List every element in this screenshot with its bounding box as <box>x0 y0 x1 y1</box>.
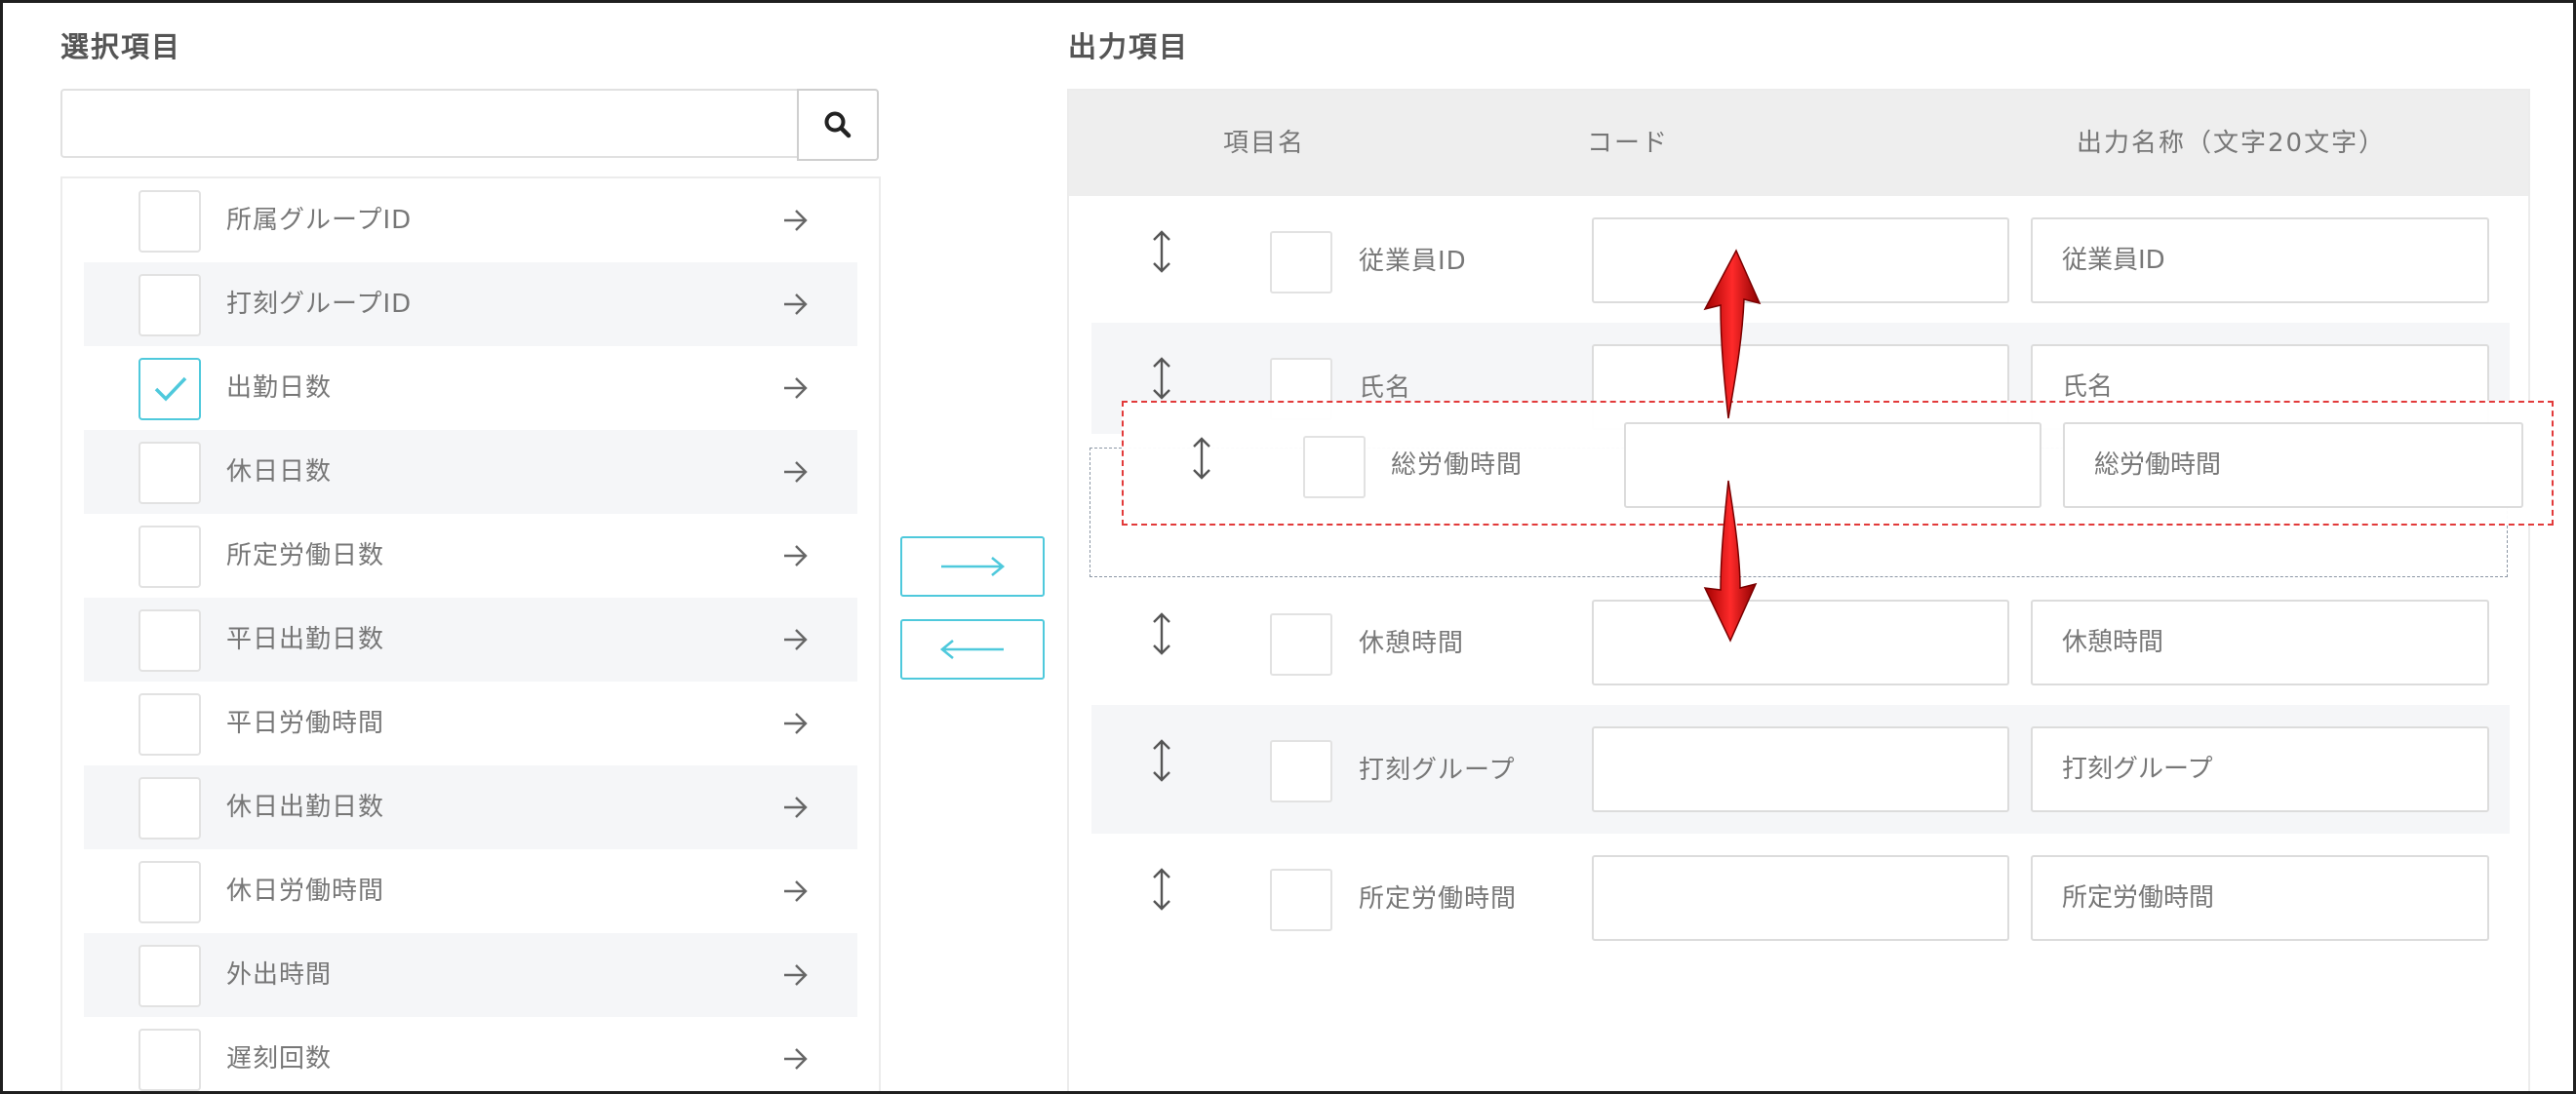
arrow-right-icon[interactable] <box>782 711 810 736</box>
checkmark-icon <box>154 376 187 402</box>
item-checkbox[interactable] <box>139 1029 201 1091</box>
drag-handle-icon[interactable] <box>1150 356 1173 401</box>
row-label: 休憩時間 <box>1359 629 1465 658</box>
drag-handle-icon[interactable] <box>1190 436 1213 481</box>
arrow-right-icon[interactable] <box>782 627 810 652</box>
item-checkbox[interactable] <box>139 777 201 840</box>
output-name-input[interactable]: 従業員ID <box>2031 217 2489 303</box>
app-window: 選択項目 所属グループID 打刻グループID 出勤日数 休日日数 所定労働日数 … <box>0 0 2576 1094</box>
item-checkbox[interactable] <box>139 609 201 672</box>
row-checkbox[interactable] <box>1270 869 1332 931</box>
list-item[interactable]: 平日労働時間 <box>84 682 857 765</box>
arrow-right-icon[interactable] <box>782 208 810 233</box>
list-item-label: 所定労働日数 <box>226 541 385 570</box>
output-panel: 項目名 コード 出力名称（文字20文字） 従業員ID 従業員ID 氏名 氏名 休… <box>1067 89 2530 1091</box>
item-checkbox[interactable] <box>139 358 201 420</box>
item-checkbox[interactable] <box>139 693 201 756</box>
item-checkbox[interactable] <box>139 442 201 504</box>
item-checkbox[interactable] <box>139 861 201 923</box>
selection-list: 所属グループID 打刻グループID 出勤日数 休日日数 所定労働日数 平日出勤日… <box>60 176 881 1091</box>
search-button[interactable] <box>797 89 879 161</box>
list-item[interactable]: 所属グループID <box>84 178 857 262</box>
output-row[interactable]: 休憩時間 休憩時間 <box>1091 578 2510 689</box>
arrow-right-icon[interactable] <box>782 962 810 988</box>
output-name-input[interactable]: 所定労働時間 <box>2031 855 2489 941</box>
move-down-arrow-icon <box>1703 480 1758 643</box>
item-checkbox[interactable] <box>139 274 201 336</box>
list-item-label: 打刻グループID <box>226 290 413 319</box>
code-input[interactable] <box>1624 422 2041 508</box>
arrow-right-icon[interactable] <box>782 292 810 317</box>
list-item-label: 外出時間 <box>226 960 333 990</box>
output-name-input[interactable]: 打刻グループ <box>2031 726 2489 812</box>
list-item[interactable]: 休日日数 <box>84 430 857 514</box>
arrow-right-icon[interactable] <box>782 375 810 401</box>
drag-handle-icon[interactable] <box>1150 867 1173 912</box>
item-checkbox[interactable] <box>139 526 201 588</box>
row-label: 従業員ID <box>1359 247 1467 276</box>
output-row[interactable]: 打刻グループ 打刻グループ <box>1091 705 2510 834</box>
header-code: コード <box>1587 129 1670 158</box>
row-checkbox[interactable] <box>1303 436 1366 498</box>
move-up-arrow-icon <box>1703 249 1762 419</box>
output-name-input[interactable]: 総労働時間 <box>2063 422 2523 508</box>
arrow-right-icon <box>941 556 1006 577</box>
arrow-right-icon[interactable] <box>782 1046 810 1072</box>
search-icon <box>824 111 852 138</box>
list-item-label: 平日出勤日数 <box>226 625 385 654</box>
list-item[interactable]: 休日出勤日数 <box>84 765 857 849</box>
list-item[interactable]: 所定労働日数 <box>84 514 857 598</box>
row-checkbox[interactable] <box>1270 231 1332 293</box>
code-input[interactable] <box>1592 726 2009 812</box>
list-item[interactable]: 出勤日数 <box>84 346 857 430</box>
item-checkbox[interactable] <box>139 945 201 1007</box>
list-item[interactable]: 休日労働時間 <box>84 849 857 933</box>
arrow-left-icon <box>939 639 1004 660</box>
list-item-label: 所属グループID <box>226 206 413 235</box>
list-item[interactable]: 打刻グループID <box>84 262 857 346</box>
search-input[interactable] <box>60 89 799 158</box>
arrow-right-icon[interactable] <box>782 879 810 904</box>
code-input[interactable] <box>1592 217 2009 303</box>
drag-handle-icon[interactable] <box>1150 611 1173 656</box>
header-output-name: 出力名称（文字20文字） <box>2077 129 2387 158</box>
output-row[interactable]: 所定労働時間 所定労働時間 <box>1091 834 2510 945</box>
row-checkbox[interactable] <box>1270 613 1332 676</box>
selection-title: 選択項目 <box>60 30 182 63</box>
arrow-right-icon[interactable] <box>782 543 810 568</box>
drag-handle-icon[interactable] <box>1150 738 1173 783</box>
arrow-right-icon[interactable] <box>782 795 810 820</box>
row-label: 打刻グループ <box>1359 756 1516 785</box>
output-row[interactable]: 従業員ID 従業員ID <box>1091 196 2510 307</box>
output-title: 出力項目 <box>1068 30 1190 63</box>
item-checkbox[interactable] <box>139 190 201 253</box>
row-checkbox[interactable] <box>1270 740 1332 802</box>
list-item-label: 出勤日数 <box>226 373 333 403</box>
drag-handle-icon[interactable] <box>1150 229 1173 274</box>
list-item-label: 遅刻回数 <box>226 1044 333 1074</box>
list-item[interactable]: 平日出勤日数 <box>84 598 857 682</box>
row-label: 総労働時間 <box>1391 450 1524 480</box>
output-table-header: 項目名 コード 出力名称（文字20文字） <box>1069 91 2528 196</box>
dragging-row[interactable]: 総労働時間 総労働時間 <box>1122 401 2554 526</box>
arrow-right-icon[interactable] <box>782 459 810 485</box>
code-input[interactable] <box>1592 855 2009 941</box>
list-item-label: 休日出勤日数 <box>226 793 385 822</box>
list-item[interactable]: 遅刻回数 <box>84 1017 857 1091</box>
header-item-name: 項目名 <box>1223 129 1306 158</box>
add-to-output-button[interactable] <box>900 536 1045 597</box>
list-item-label: 平日労働時間 <box>226 709 385 738</box>
list-item[interactable]: 外出時間 <box>84 933 857 1017</box>
row-label: 所定労働時間 <box>1359 884 1518 914</box>
list-item-label: 休日日数 <box>226 457 333 487</box>
output-name-input[interactable]: 休憩時間 <box>2031 600 2489 685</box>
remove-from-output-button[interactable] <box>900 619 1045 680</box>
list-item-label: 休日労働時間 <box>226 877 385 906</box>
code-input[interactable] <box>1592 600 2009 685</box>
